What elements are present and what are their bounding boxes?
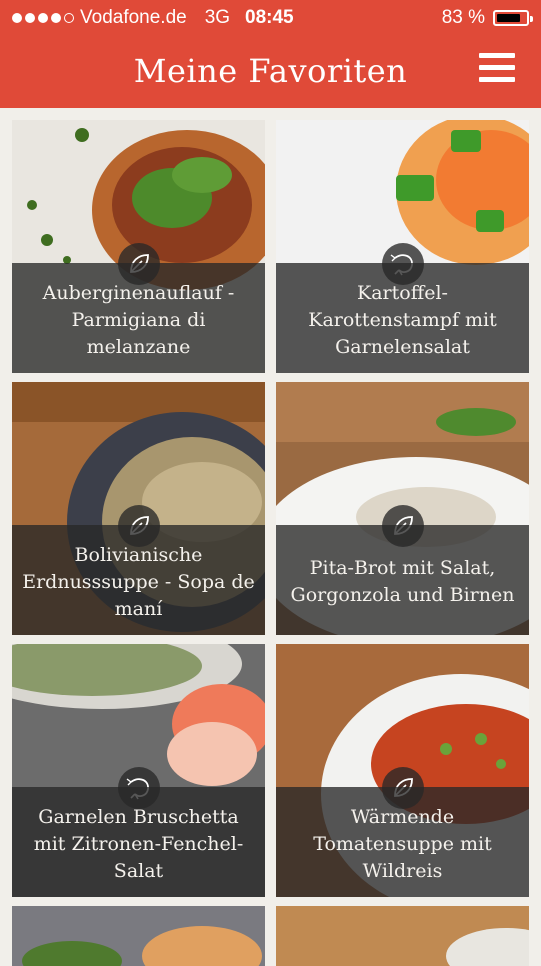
status-bar: Vodafone.de 3G 08:45 83 % (0, 0, 541, 36)
battery-info: 83 % (441, 7, 533, 29)
recipe-image (12, 906, 265, 966)
carrier-name: Vodafone.de (80, 7, 187, 28)
recipe-card[interactable]: Pita-Brot mit Salat, Gorgonzola und Birn… (276, 382, 529, 635)
battery-icon (493, 10, 533, 26)
recipe-title: Garnelen Bruschetta mit Zitronen-Fenchel… (12, 787, 265, 897)
recipe-title: Kartoffel-Karottenstampf mit Garnelensal… (276, 263, 529, 373)
battery-percent: 83 % (441, 7, 485, 28)
recipe-card[interactable]: Garnelen Bruschetta mit Zitronen-Fenchel… (12, 644, 265, 897)
recipe-card[interactable] (276, 906, 529, 966)
recipe-card[interactable]: Bolivianische Erdnusssuppe - Sopa de man… (12, 382, 265, 635)
recipe-title: Auberginenauflauf - Parmigiana di melanz… (12, 263, 265, 373)
recipe-card[interactable]: Wärmende Tomatensuppe mit Wildreis (276, 644, 529, 897)
clock: 08:45 (245, 7, 294, 28)
network-type: 3G (204, 7, 231, 28)
recipe-card[interactable]: Kartoffel-Karottenstampf mit Garnelensal… (276, 120, 529, 373)
recipe-card[interactable] (12, 906, 265, 966)
carrier-info: Vodafone.de 3G (12, 7, 230, 29)
app-header: Meine Favoriten (0, 36, 541, 108)
signal-strength-icon (12, 13, 74, 23)
recipe-title: Wärmende Tomatensuppe mit Wildreis (276, 787, 529, 897)
page-title: Meine Favoriten (133, 52, 408, 90)
recipe-card[interactable]: Auberginenauflauf - Parmigiana di melanz… (12, 120, 265, 373)
recipe-title: Pita-Brot mit Salat, Gorgonzola und Birn… (276, 525, 529, 635)
recipe-title: Bolivianische Erdnusssuppe - Sopa de man… (12, 525, 265, 635)
hamburger-menu-icon[interactable] (479, 53, 515, 85)
recipe-image (276, 906, 529, 966)
